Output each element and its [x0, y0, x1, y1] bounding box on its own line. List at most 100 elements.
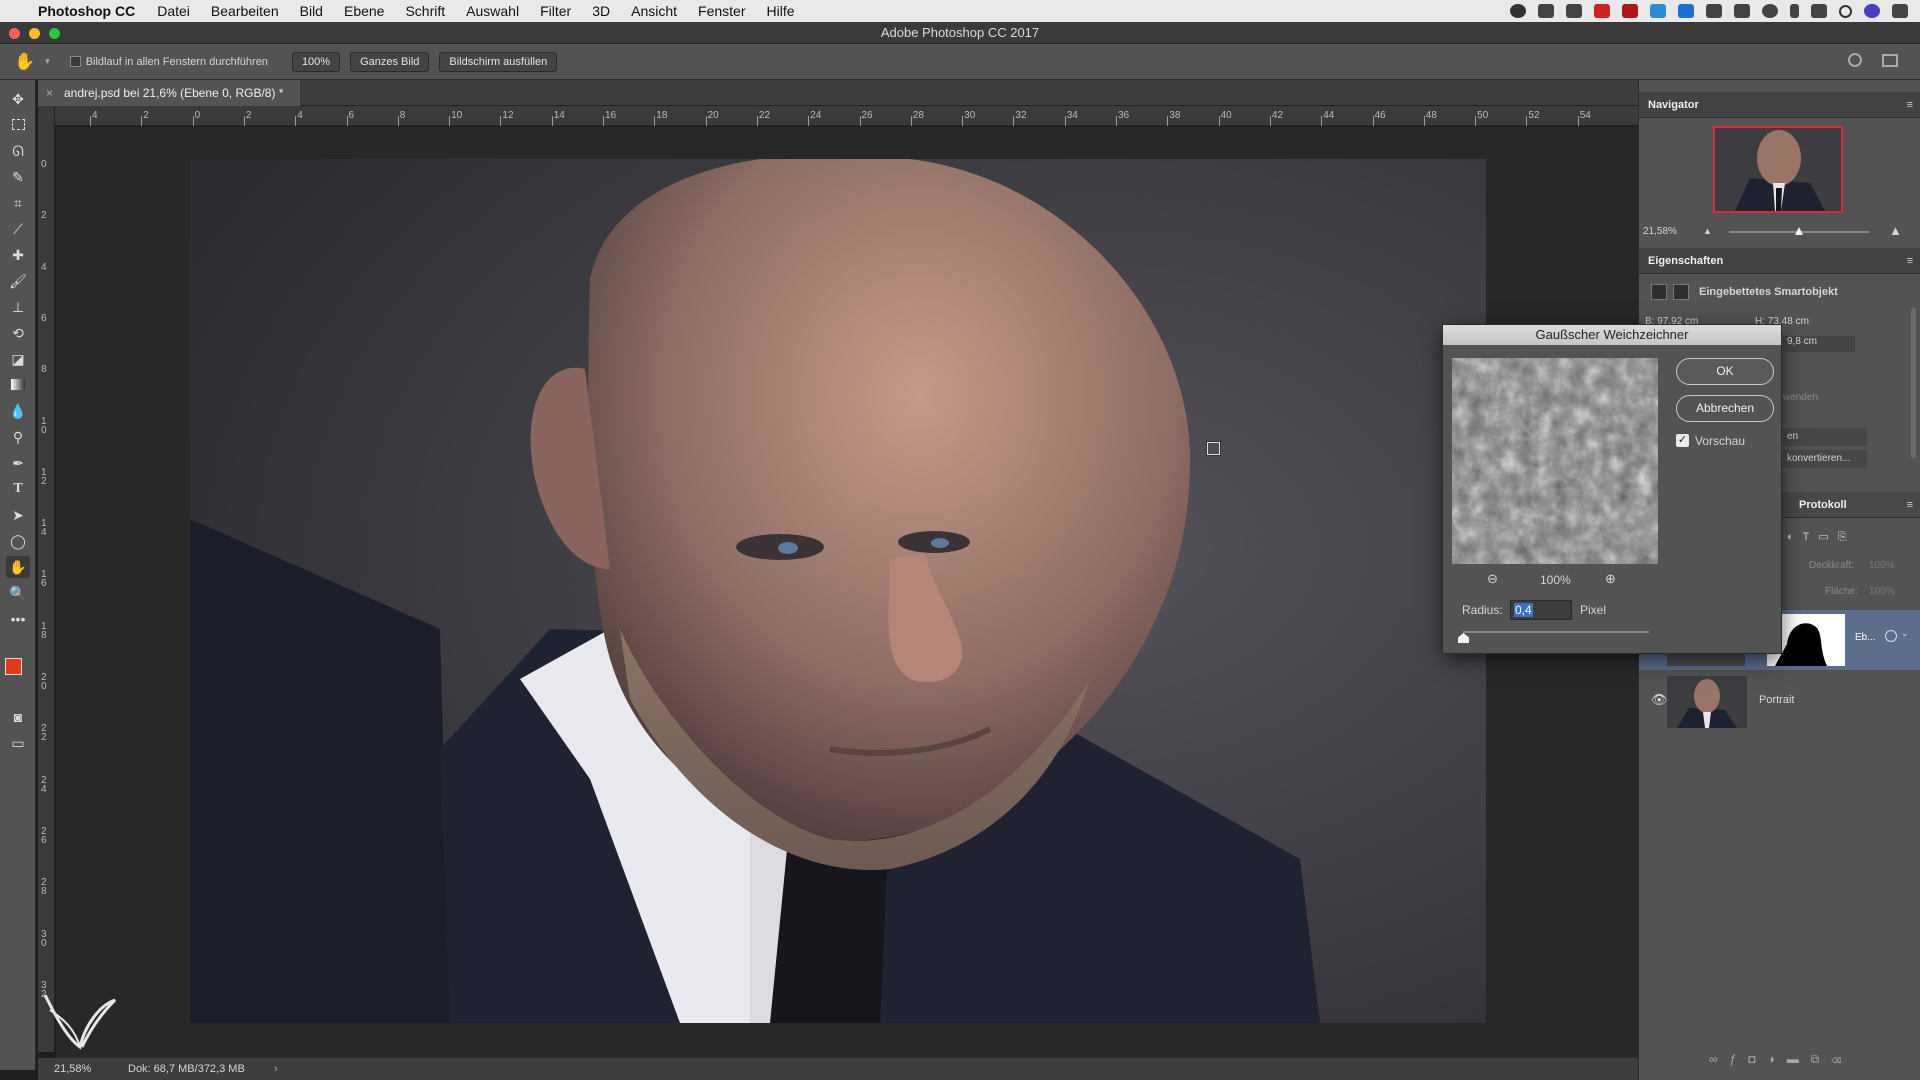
menu-filter[interactable]: Filter: [540, 3, 571, 19]
menu-bearbeiten[interactable]: Bearbeiten: [211, 3, 279, 19]
more-tools-icon[interactable]: •••: [6, 608, 30, 630]
properties-scrollbar[interactable]: [1911, 308, 1916, 458]
menu-schrift[interactable]: Schrift: [405, 3, 445, 19]
search-icon[interactable]: [1848, 53, 1862, 67]
add-mask-icon[interactable]: ◘: [1748, 1052, 1767, 1066]
gradient-tool-icon[interactable]: [6, 374, 30, 396]
convert-button[interactable]: konvertieren...: [1783, 450, 1867, 468]
minimize-window-button[interactable]: [29, 28, 40, 39]
menu-ebene[interactable]: Ebene: [344, 3, 384, 19]
zoom-in-mountain-icon[interactable]: ▲: [1889, 223, 1902, 238]
menu-ansicht[interactable]: Ansicht: [631, 3, 677, 19]
menu-fenster[interactable]: Fenster: [698, 3, 745, 19]
fill-value[interactable]: 100%: [1869, 586, 1895, 597]
navigator-zoom-thumb[interactable]: [1795, 227, 1803, 235]
menu-datei[interactable]: Datei: [157, 3, 190, 19]
wifi-icon[interactable]: [1811, 4, 1827, 18]
healing-brush-tool-icon[interactable]: ✚: [6, 244, 30, 266]
scroll-all-windows-option[interactable]: Bildlauf in allen Fenstern durchführen: [69, 56, 268, 68]
navigator-panel-header[interactable]: Navigator ≡: [1639, 92, 1920, 118]
menu-auswahl[interactable]: Auswahl: [466, 3, 519, 19]
menu-app-name[interactable]: Photoshop CC: [38, 3, 135, 19]
lasso-tool-icon[interactable]: ᘏ: [6, 140, 30, 162]
marquee-tool-icon[interactable]: [6, 114, 30, 136]
fx-icon[interactable]: ƒ: [1730, 1052, 1749, 1066]
navigator-zoom-slider[interactable]: [1729, 227, 1869, 235]
record-icon[interactable]: [1510, 4, 1526, 18]
airplay-icon[interactable]: [1734, 4, 1750, 18]
pen-tool-icon[interactable]: ✒: [6, 452, 30, 474]
type-tool-icon[interactable]: T: [6, 478, 30, 500]
layer-name[interactable]: Portrait: [1759, 694, 1794, 706]
layer-filter-icons[interactable]: ◐T▭⎘: [1787, 530, 1856, 544]
mask-icon[interactable]: [1673, 284, 1689, 300]
printer-icon[interactable]: [1706, 4, 1722, 18]
layer-row-portrait[interactable]: 👁 Portrait: [1639, 674, 1920, 730]
close-window-button[interactable]: [9, 28, 20, 39]
path-selection-tool-icon[interactable]: ➤: [6, 504, 30, 526]
properties-panel-header[interactable]: Eigenschaften ≡: [1639, 248, 1920, 274]
eyedropper-tool-icon[interactable]: ⟋: [6, 218, 30, 240]
document-tab[interactable]: × andrej.psd bei 21,6% (Ebene 0, RGB/8) …: [38, 80, 300, 106]
smart-filter-icon[interactable]: [1885, 630, 1897, 642]
fill-screen-button[interactable]: Bildschirm ausfüllen: [439, 51, 558, 72]
zoom-out-mountain-icon[interactable]: ▲: [1703, 226, 1712, 236]
dialog-title[interactable]: Gaußscher Weichzeichner: [1443, 325, 1781, 345]
creative-cloud-icon[interactable]: [1594, 4, 1610, 18]
crop-tool-icon[interactable]: ⌗: [6, 192, 30, 214]
tab-protokoll[interactable]: Protokoll: [1799, 492, 1847, 518]
bluetooth-icon[interactable]: [1790, 4, 1799, 18]
visibility-eye-icon[interactable]: 👁: [1651, 692, 1668, 708]
trash-icon[interactable]: ⌫: [1831, 1052, 1853, 1066]
screen-mode-icon[interactable]: ▭: [6, 732, 30, 754]
zoom-in-icon[interactable]: ⊕: [1605, 571, 1616, 587]
time-machine-icon[interactable]: [1762, 4, 1778, 18]
workspace-icon[interactable]: [1882, 54, 1898, 67]
menu-bild[interactable]: Bild: [300, 3, 323, 19]
quick-mask-icon[interactable]: ◙: [6, 706, 30, 728]
app-red-icon[interactable]: [1622, 4, 1638, 18]
radius-slider-track[interactable]: [1458, 631, 1649, 643]
dodge-tool-icon[interactable]: ⚲: [6, 426, 30, 448]
cloud-icon[interactable]: [1538, 4, 1554, 18]
menu-hilfe[interactable]: Hilfe: [767, 3, 795, 19]
siri-icon[interactable]: [1864, 4, 1880, 18]
portrait-image[interactable]: [190, 159, 1486, 1023]
status-zoom[interactable]: 21,58%: [54, 1058, 91, 1080]
fit-screen-button[interactable]: Ganzes Bild: [350, 51, 430, 72]
new-layer-icon[interactable]: ⧉: [1811, 1052, 1832, 1066]
radius-input[interactable]: 0,4: [1510, 600, 1572, 620]
chevron-down-icon[interactable]: ▾: [45, 56, 50, 67]
opacity-value[interactable]: 100%: [1869, 560, 1895, 571]
zoom-window-button[interactable]: [49, 28, 60, 39]
layer-name[interactable]: Eb...: [1855, 632, 1876, 643]
close-tab-icon[interactable]: ×: [46, 80, 53, 106]
menu-3d[interactable]: 3D: [592, 3, 610, 19]
clone-stamp-tool-icon[interactable]: ⊥: [6, 296, 30, 318]
list-icon[interactable]: [1892, 4, 1908, 18]
link-layers-icon[interactable]: ∞: [1709, 1052, 1730, 1066]
search-icon[interactable]: [1839, 4, 1852, 18]
move-tool-icon[interactable]: ✥: [6, 88, 30, 110]
hand-tool-icon[interactable]: ✋: [14, 52, 35, 72]
display-icon[interactable]: [1566, 4, 1582, 18]
blur-tool-icon[interactable]: 💧: [6, 400, 30, 422]
ok-button[interactable]: OK: [1676, 358, 1774, 385]
status-arrow-icon[interactable]: ›: [274, 1058, 278, 1080]
edit-content-button[interactable]: en: [1783, 428, 1867, 446]
navigator-thumbnail[interactable]: [1713, 126, 1843, 213]
zoom-tool-icon[interactable]: 🔍: [6, 582, 30, 604]
zoom-100-button[interactable]: 100%: [291, 51, 341, 72]
hand-tool-active-icon[interactable]: ✋: [6, 556, 30, 578]
brush-tool-icon[interactable]: 🖌: [6, 270, 30, 292]
adjustment-icon[interactable]: ◑: [1768, 1052, 1787, 1066]
panel-menu-icon[interactable]: ≡: [1907, 492, 1913, 518]
ellipse-tool-icon[interactable]: ◯: [6, 530, 30, 552]
group-folder-icon[interactable]: ▬: [1787, 1052, 1811, 1066]
panel-menu-icon[interactable]: ≡: [1907, 248, 1913, 274]
eraser-tool-icon[interactable]: ◪: [6, 348, 30, 370]
scroll-all-checkbox[interactable]: [69, 56, 81, 68]
property-y-field[interactable]: 9,8 cm: [1783, 336, 1855, 352]
radius-slider-thumb[interactable]: [1458, 633, 1469, 643]
panel-menu-icon[interactable]: ≡: [1907, 92, 1913, 118]
